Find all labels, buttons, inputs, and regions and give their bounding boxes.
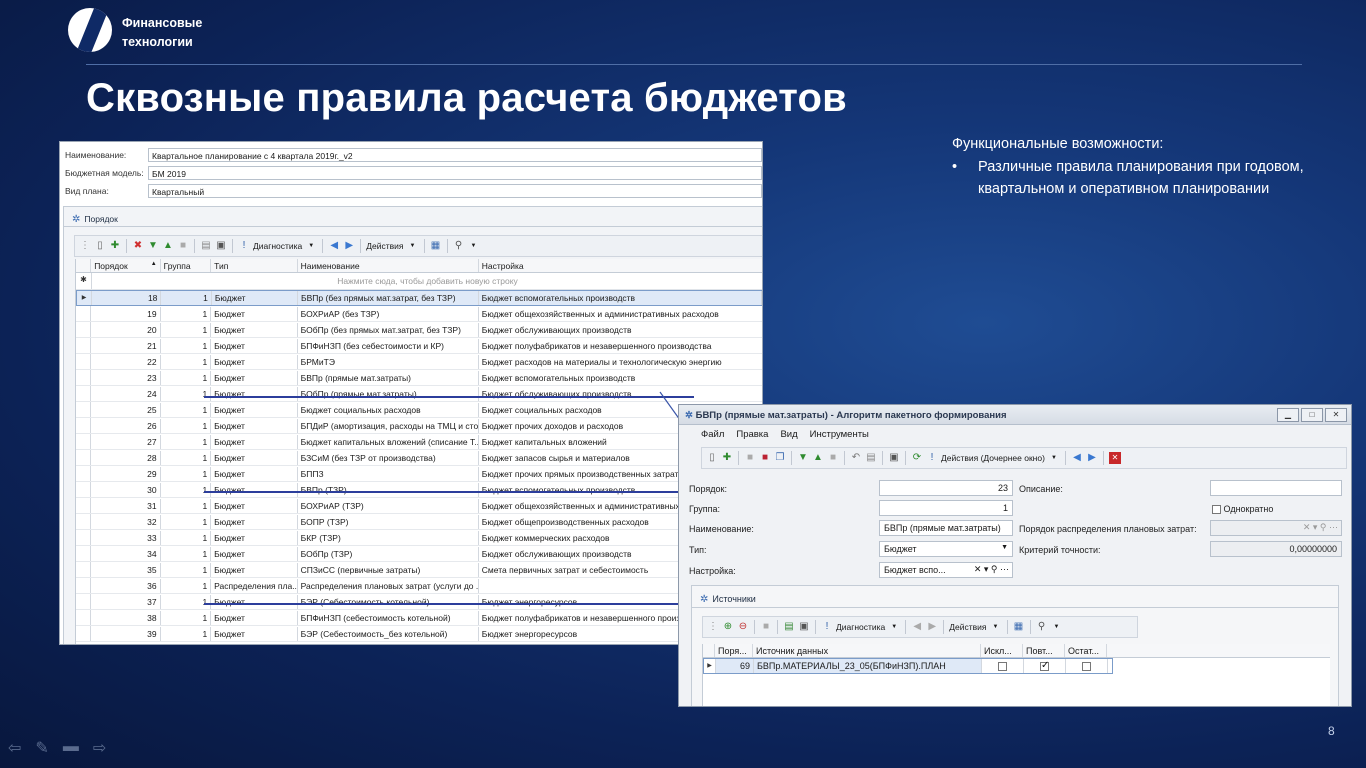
sources-diagnostics-button[interactable]: Диагностика bbox=[836, 622, 885, 632]
dialog-name-field[interactable]: БВПр (прямые мат.затраты) bbox=[879, 520, 1013, 536]
description-field[interactable] bbox=[1210, 480, 1342, 496]
close-icon[interactable]: ✕ bbox=[1325, 408, 1347, 422]
type-select[interactable]: Бюджет ▼ bbox=[879, 541, 1013, 557]
row-indicator-icon: ▶ bbox=[704, 659, 716, 673]
menu-tools[interactable]: Инструменты bbox=[810, 429, 869, 440]
sources-actions-button[interactable]: Действия bbox=[949, 622, 986, 632]
menu-edit[interactable]: Правка bbox=[736, 429, 768, 440]
sources-header: ✲ Источники bbox=[692, 586, 1338, 608]
refresh-icon[interactable]: ⟳ bbox=[911, 452, 923, 464]
menu-bar: Файл Правка Вид Инструменты bbox=[679, 425, 1351, 443]
maximize-icon[interactable]: □ bbox=[1301, 408, 1323, 422]
setting-label: Настройка: bbox=[689, 566, 736, 576]
order-label: Порядок: bbox=[689, 484, 727, 494]
arrow-right-icon[interactable]: ▶ bbox=[926, 621, 938, 633]
col-repeat[interactable]: Повт... bbox=[1023, 644, 1065, 657]
source-row[interactable]: ▶ 69 БВПр.МАТЕРИАЛЫ_23_05(БПФиНЗП).ПЛАН bbox=[703, 658, 1113, 674]
remainder-checkbox[interactable] bbox=[1082, 662, 1091, 672]
move-down-icon[interactable]: ▼ bbox=[797, 452, 809, 464]
dialog-title: БВПр (прямые мат.затраты) - Алгоритм пак… bbox=[695, 410, 1007, 421]
new-document-icon[interactable]: ▯ bbox=[706, 452, 718, 464]
arrow-left-icon[interactable]: ◀ bbox=[1071, 452, 1083, 464]
chevron-down-icon: ▼ bbox=[891, 624, 898, 630]
diagnostics-icon[interactable]: ! bbox=[926, 452, 938, 464]
sources-toolbar: ⋮ ⊕ ⊖ ■ ▤ ▣ ! Диагностика ▼ ◀ ▶ Действия… bbox=[702, 616, 1138, 638]
save-icon[interactable]: ■ bbox=[760, 621, 772, 633]
chevron-down-icon: ▼ bbox=[1001, 544, 1008, 551]
sources-grid-header: Поря... Источник данных Искл... Повт... … bbox=[703, 644, 1330, 658]
group-label: Группа: bbox=[689, 504, 721, 514]
dialog-title-bar[interactable]: ✲ БВПр (прямые мат.затраты) - Алгоритм п… bbox=[679, 405, 1351, 425]
col-exclude[interactable]: Искл... bbox=[981, 644, 1023, 657]
once-checkbox-row[interactable]: Однократно bbox=[1212, 504, 1274, 515]
print-icon[interactable]: ▤ bbox=[865, 452, 877, 464]
exclude-checkbox[interactable] bbox=[998, 662, 1007, 672]
preview-icon[interactable]: ▣ bbox=[798, 621, 810, 633]
add-rows-icon[interactable]: ✚ bbox=[721, 452, 733, 464]
arrow-left-icon[interactable]: ◀ bbox=[911, 621, 923, 633]
setting-lookup[interactable]: Бюджет вспо... ✕ ▾ ⚲ ⋯ bbox=[879, 562, 1013, 578]
sources-title: Источники bbox=[712, 594, 756, 604]
window-controls: ▁ □ ✕ bbox=[1277, 408, 1347, 422]
diagnostics-icon: ! bbox=[825, 621, 829, 632]
save-icon[interactable]: ■ bbox=[744, 452, 756, 464]
page-number: 8 bbox=[1328, 724, 1335, 738]
close-window-icon[interactable]: ✕ bbox=[1108, 452, 1121, 464]
menu-file[interactable]: Файл bbox=[701, 429, 724, 440]
save-close-icon[interactable]: ■ bbox=[759, 452, 771, 464]
once-label: Однократно bbox=[1223, 504, 1274, 514]
delete-icon[interactable]: ■ bbox=[827, 452, 839, 464]
source-order-cell: 69 bbox=[716, 659, 754, 673]
accuracy-field[interactable]: 0,00000000 bbox=[1210, 541, 1342, 557]
order-field[interactable]: 23 bbox=[879, 480, 1013, 496]
next-slide-icon[interactable]: ⇨ bbox=[93, 738, 106, 758]
child-window-actions-button[interactable]: Действия (Дочернее окно) bbox=[941, 453, 1045, 463]
export-icon[interactable]: ▦ bbox=[1013, 621, 1025, 633]
remainder-cell bbox=[1066, 658, 1108, 674]
accuracy-label: Критерий точности: bbox=[1019, 545, 1101, 555]
preview-icon[interactable]: ▣ bbox=[888, 452, 900, 464]
lookup-controls-icon: ✕ ▾ ⚲ ⋯ bbox=[1302, 522, 1338, 532]
sources-panel: ✲ Источники ⋮ ⊕ ⊖ ■ ▤ ▣ ! Диагностика ▼ … bbox=[691, 585, 1339, 706]
distribution-lookup[interactable]: ✕ ▾ ⚲ ⋯ bbox=[1210, 520, 1342, 536]
algorithm-dialog: ✲ БВПр (прямые мат.затраты) - Алгоритм п… bbox=[678, 404, 1352, 707]
distribution-label: Порядок распределения плановых затрат: bbox=[1019, 524, 1197, 534]
move-up-icon[interactable]: ▲ bbox=[812, 452, 824, 464]
source-name-cell: БВПр.МАТЕРИАЛЫ_23_05(БПФиНЗП).ПЛАН bbox=[754, 659, 982, 673]
edit-source-icon[interactable]: ▤ bbox=[783, 621, 795, 633]
type-label: Тип: bbox=[689, 545, 707, 555]
lookup-controls-icon[interactable]: ✕ ▾ ⚲ ⋯ bbox=[974, 564, 1009, 575]
undo-icon[interactable]: ↶ bbox=[850, 452, 862, 464]
once-checkbox[interactable] bbox=[1212, 505, 1221, 515]
repeat-checkbox[interactable] bbox=[1040, 660, 1049, 672]
prev-slide-icon[interactable]: ⇦ bbox=[8, 738, 21, 758]
arrow-right-icon[interactable]: ▶ bbox=[1086, 452, 1098, 464]
presentation-nav: ⇦ ✎ ▬ ⇨ bbox=[8, 738, 106, 758]
gear-icon: ✲ bbox=[700, 593, 709, 605]
chevron-down-icon: ▼ bbox=[1050, 455, 1057, 461]
minimize-icon[interactable]: ▁ bbox=[1277, 408, 1299, 422]
copy-icon[interactable]: ❐ bbox=[774, 452, 786, 464]
description-label: Описание: bbox=[1019, 484, 1063, 494]
group-field[interactable]: 1 bbox=[879, 500, 1013, 516]
remove-source-icon[interactable]: ⊖ bbox=[737, 621, 749, 633]
dialog-toolbar: ▯ ✚ ■ ■ ❐ ▼ ▲ ■ ↶ ▤ ▣ ⟳ ! Действия (Доче… bbox=[701, 447, 1347, 469]
repeat-cell bbox=[1024, 658, 1066, 674]
settings-search-icon[interactable]: ⚲ bbox=[1036, 621, 1048, 633]
slides-menu-icon[interactable]: ▬ bbox=[63, 738, 79, 758]
menu-view[interactable]: Вид bbox=[780, 429, 797, 440]
sources-grid: Поря... Источник данных Искл... Повт... … bbox=[702, 644, 1330, 706]
col-source-order[interactable]: Поря... bbox=[715, 644, 753, 657]
gear-icon: ✲ bbox=[685, 410, 693, 421]
exclude-cell bbox=[982, 658, 1024, 674]
add-source-icon[interactable]: ⊕ bbox=[722, 621, 734, 633]
chevron-down-icon[interactable]: ▼ bbox=[1051, 621, 1063, 633]
pen-icon[interactable]: ✎ bbox=[35, 738, 48, 758]
col-source-name[interactable]: Источник данных bbox=[753, 644, 981, 657]
col-remainder[interactable]: Остат... bbox=[1065, 644, 1107, 657]
chevron-down-icon: ▼ bbox=[992, 624, 999, 630]
grip-icon: ⋮ bbox=[708, 621, 718, 632]
dialog-name-label: Наименование: bbox=[689, 524, 754, 534]
